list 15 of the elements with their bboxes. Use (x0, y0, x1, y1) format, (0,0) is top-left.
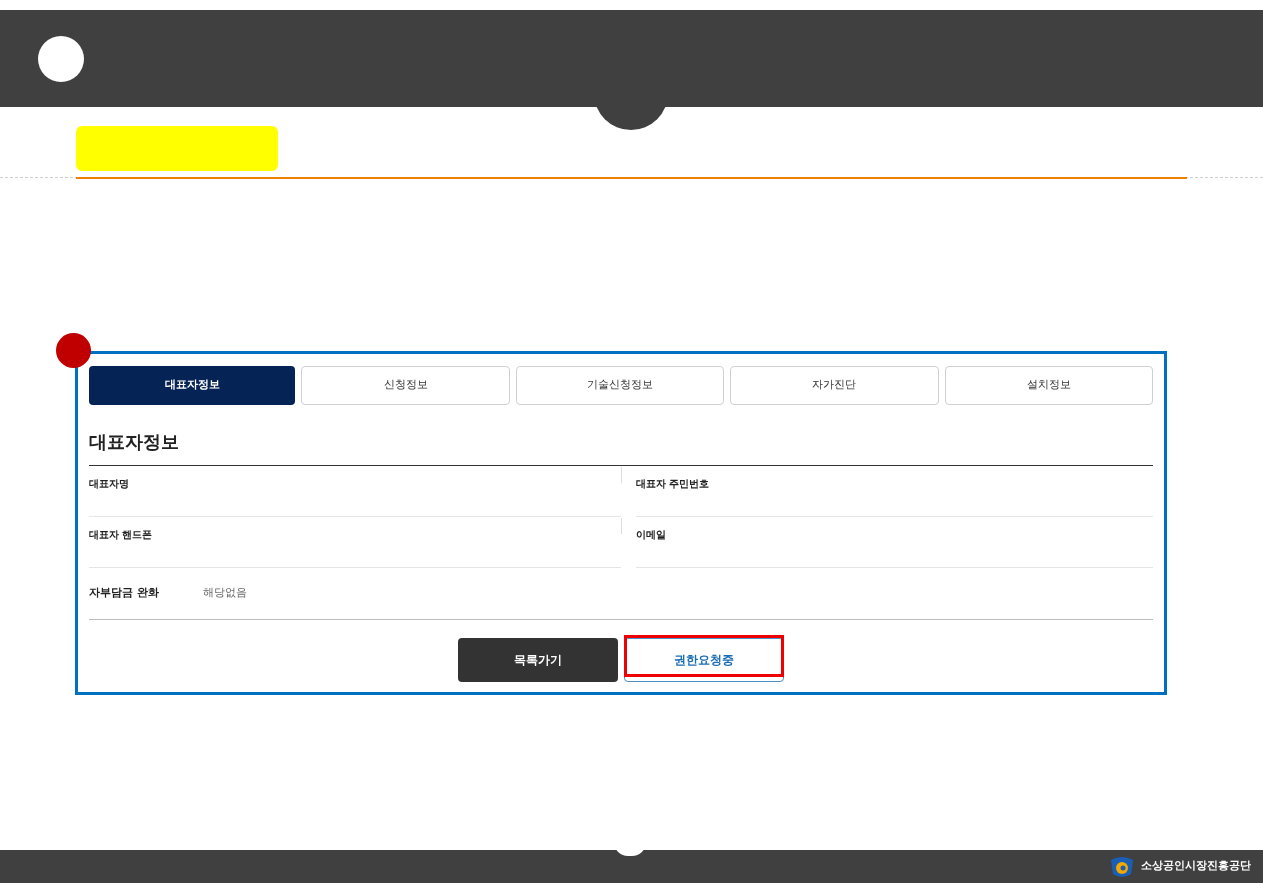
tab[interactable]: 자가진단 (730, 366, 939, 405)
field-label: 자부담금 완화 (89, 585, 160, 602)
tab[interactable]: 대표자정보 (89, 366, 296, 405)
org-name: 소상공인시장진흥공단 (1141, 858, 1251, 875)
section-title: 대표자정보 (89, 429, 1153, 466)
tab[interactable]: 설치정보 (944, 366, 1154, 405)
field-label: 대표자 핸드폰 (89, 527, 153, 542)
field-label: 대표자명 (89, 476, 129, 491)
field-label: 대표자 주민번호 (636, 476, 710, 491)
action-button[interactable]: 목록가기 (458, 638, 618, 682)
tab[interactable]: 기술신청정보 (515, 366, 725, 405)
field-value: 해당없음 (203, 585, 247, 602)
field-label: 이메일 (636, 527, 666, 542)
tab[interactable]: 신청정보 (301, 366, 510, 405)
logo-icon (1109, 855, 1135, 878)
